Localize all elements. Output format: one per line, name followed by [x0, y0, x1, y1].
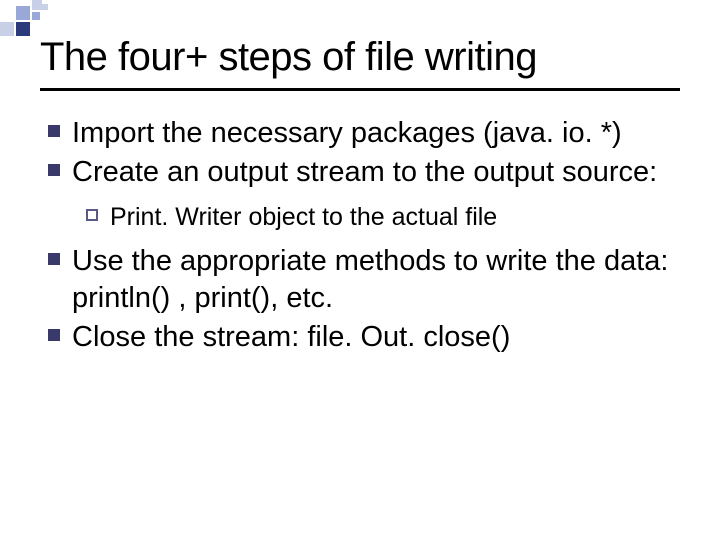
slide-title: The four+ steps of file writing	[40, 35, 680, 80]
bullet-item: Create an output stream to the output so…	[48, 154, 680, 191]
deco-square	[16, 6, 30, 20]
title-underline	[40, 88, 680, 91]
bullet-text: Close the stream: file. Out. close()	[72, 319, 680, 356]
bullet-text: Create an output stream to the output so…	[72, 154, 680, 191]
bullet-text: Import the necessary packages (java. io.…	[72, 115, 680, 152]
bullet-text: Print. Writer object to the actual file	[110, 201, 680, 233]
bullet-item: Close the stream: file. Out. close()	[48, 319, 680, 356]
bullet-item: Import the necessary packages (java. io.…	[48, 115, 680, 152]
deco-square	[16, 22, 30, 36]
square-bullet-icon	[48, 125, 60, 137]
sub-bullet-item: Print. Writer object to the actual file	[86, 201, 680, 233]
deco-square	[32, 0, 42, 10]
bullet-item: Use the appropriate methods to write the…	[48, 243, 680, 317]
square-bullet-icon	[48, 329, 60, 341]
hollow-square-bullet-icon	[86, 209, 98, 221]
deco-square	[32, 12, 40, 20]
deco-square	[42, 4, 48, 10]
bullet-text: Use the appropriate methods to write the…	[72, 243, 680, 317]
square-bullet-icon	[48, 253, 60, 265]
slide-content: Import the necessary packages (java. io.…	[48, 115, 680, 359]
square-bullet-icon	[48, 164, 60, 176]
deco-square	[0, 22, 14, 36]
